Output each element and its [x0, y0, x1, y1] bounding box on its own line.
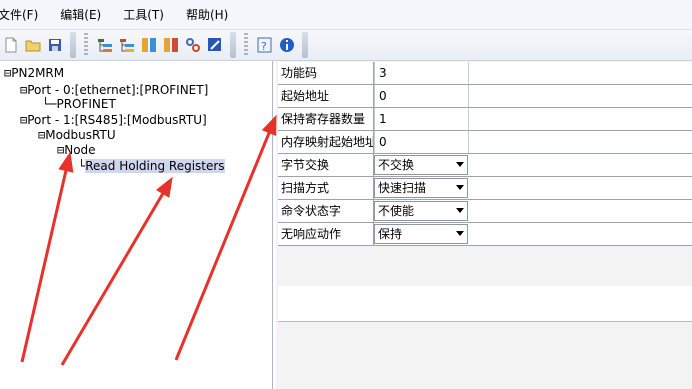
toolbar-grip-2[interactable] — [244, 33, 248, 57]
tree-node-node[interactable]: ⊟Node — [57, 143, 96, 157]
dropdown-arrow-icon[interactable] — [456, 162, 464, 167]
tree-node-port1[interactable]: ⊟Port - 1:[RS485]:[ModbusRTU] — [20, 113, 207, 127]
project-tree[interactable]: ⊟PN2MRM ⊟Port - 0:[ethernet]:[PROFINET] … — [0, 61, 273, 389]
property-name: 扫描方式 — [278, 177, 374, 199]
toolbar-grip[interactable] — [84, 33, 88, 57]
tree-node-modbusrtu[interactable]: ⊟ModbusRTU — [38, 128, 116, 142]
property-select-value: 快速扫描 — [378, 181, 427, 195]
property-row: 无响应动作 保持 — [278, 223, 692, 246]
property-name: 命令状态字 — [278, 200, 374, 222]
property-select-value: 不交换 — [378, 158, 415, 172]
property-value-input[interactable]: 0 — [374, 131, 469, 153]
dropdown-arrow-icon[interactable] — [456, 231, 464, 236]
property-row: 字节交换 不交换 — [278, 154, 692, 177]
toolbar-separator — [70, 32, 76, 58]
tree-node-profinet[interactable]: └─PROFINET — [42, 97, 116, 111]
add-port-icon[interactable] — [96, 36, 114, 54]
property-select[interactable]: 保持 — [374, 224, 468, 244]
tree-label-modbusrtu: ModbusRTU — [45, 128, 116, 142]
tree-label-profinet: PROFINET — [56, 97, 116, 111]
toolbar-separator-2 — [230, 32, 236, 58]
add-node-icon[interactable] — [118, 36, 136, 54]
property-row: 功能码 3 — [278, 62, 692, 85]
info-icon[interactable] — [278, 36, 296, 54]
property-name: 保持寄存器数量 — [278, 108, 374, 130]
property-select-value: 不使能 — [378, 204, 415, 218]
property-select-value: 保持 — [378, 227, 403, 241]
svg-text:?: ? — [261, 40, 267, 53]
edit-icon[interactable] — [206, 36, 224, 54]
menu-tools[interactable]: 工具(T) — [123, 6, 164, 23]
menu-help[interactable]: 帮助(H) — [186, 6, 228, 23]
property-row: 保持寄存器数量 1 — [278, 108, 692, 131]
property-name: 功能码 — [278, 62, 374, 84]
tree-label-port0: Port - 0:[ethernet]:[PROFINET] — [27, 83, 209, 97]
tree-node-port0[interactable]: ⊟Port - 0:[ethernet]:[PROFINET] — [20, 83, 208, 97]
new-file-icon[interactable] — [2, 36, 20, 54]
dropdown-arrow-icon[interactable] — [456, 185, 464, 190]
tree-label-command: Read Holding Registers — [85, 159, 225, 173]
property-value-input[interactable]: 1 — [374, 108, 469, 130]
property-row: 内存映射起始地址 0 — [278, 131, 692, 154]
open-folder-icon[interactable] — [24, 36, 42, 54]
tree-label-port1: Port - 1:[RS485]:[ModbusRTU] — [27, 113, 207, 127]
toolbar: ? — [0, 30, 692, 61]
property-select[interactable]: 快速扫描 — [374, 178, 468, 198]
property-name: 内存映射起始地址 — [278, 131, 374, 153]
property-name: 字节交换 — [278, 154, 374, 176]
property-value-input[interactable]: 3 — [374, 62, 469, 84]
property-row: 起始地址 0 — [278, 85, 692, 108]
property-grid: 功能码 3 起始地址 0 保持寄存器数量 1 内存映射起始地址 0 字节交换 不交换 扫描方式 快速扫… — [278, 62, 692, 246]
property-pane: 功能码 3 起始地址 0 保持寄存器数量 1 内存映射起始地址 0 字节交换 不交换 扫描方式 快速扫… — [276, 61, 692, 389]
property-row: 扫描方式 快速扫描 — [278, 177, 692, 200]
menu-edit[interactable]: 编辑(E) — [60, 6, 101, 23]
tree-node-command[interactable]: └Read Holding Registers — [78, 159, 225, 173]
property-select[interactable]: 不交换 — [374, 155, 468, 175]
property-select[interactable]: 不使能 — [374, 201, 468, 221]
tree-node-root[interactable]: ⊟PN2MRM — [4, 66, 64, 80]
tree-label-root: PN2MRM — [11, 66, 65, 80]
property-row: 命令状态字 不使能 — [278, 200, 692, 223]
tree-line-icon: └─ — [42, 97, 57, 111]
property-name: 起始地址 — [278, 85, 374, 107]
tree-label-node: Node — [64, 143, 96, 157]
property-name: 无响应动作 — [278, 223, 374, 245]
menu-bar: 文件(F) 编辑(E) 工具(T) 帮助(H) — [0, 0, 692, 30]
property-value-input[interactable]: 0 — [374, 85, 469, 107]
toolbar-end — [302, 32, 308, 58]
property-empty-area — [278, 286, 692, 322]
link-icon[interactable] — [184, 36, 202, 54]
dropdown-arrow-icon[interactable] — [456, 208, 464, 213]
save-icon[interactable] — [46, 36, 64, 54]
remove-icon[interactable] — [162, 36, 180, 54]
add-command-icon[interactable] — [140, 36, 158, 54]
help-icon[interactable]: ? — [256, 36, 274, 54]
menu-file[interactable]: 文件(F) — [0, 6, 38, 23]
